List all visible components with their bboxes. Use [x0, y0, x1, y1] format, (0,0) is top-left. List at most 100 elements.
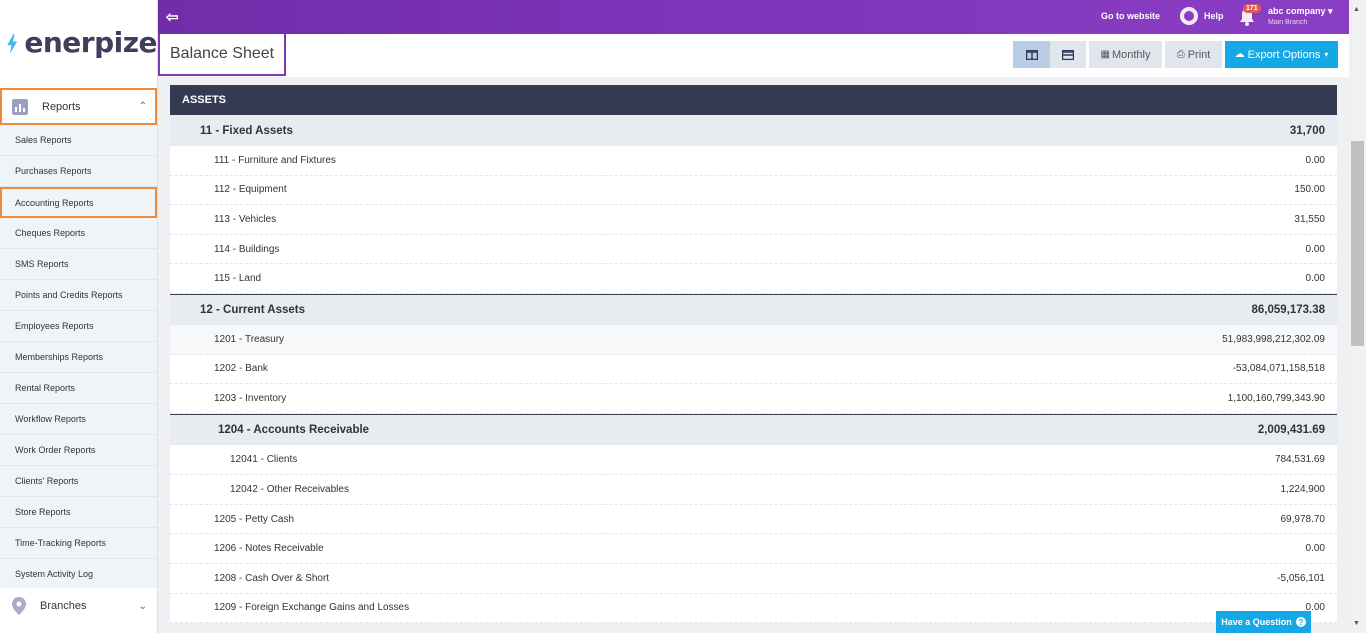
- export-label: Export Options: [1247, 48, 1321, 61]
- company-switcher[interactable]: abc company ▾ Main Branch: [1268, 6, 1333, 26]
- page-scrollbar[interactable]: ▲ ▼: [1349, 0, 1366, 633]
- sidebar-subitem-clients-reports[interactable]: Clients' Reports: [0, 466, 157, 497]
- account-group-row[interactable]: 12 - Current Assets 86,059,173.38: [170, 293, 1337, 325]
- account-group-row[interactable]: 11 - Fixed Assets 31,700: [170, 115, 1337, 146]
- sidebar-item-reports[interactable]: Reports ⌃: [0, 88, 157, 125]
- branch-name: Main Branch: [1268, 19, 1308, 26]
- chevron-down-icon: ⌄: [138, 600, 147, 612]
- account-name: 12041 - Clients: [230, 453, 298, 465]
- layout-rows-button[interactable]: [1050, 41, 1086, 68]
- account-group-row[interactable]: 1204 - Accounts Receivable 2,009,431.69: [170, 413, 1337, 445]
- scroll-down-arrow-icon[interactable]: ▼: [1353, 620, 1360, 627]
- account-balance: 150.00: [1294, 184, 1325, 196]
- account-name: 1208 - Cash Over & Short: [214, 572, 330, 584]
- account-balance: 784,531.69: [1274, 453, 1325, 465]
- account-row[interactable]: 1205 - Petty Cash 69,978.70: [170, 504, 1337, 535]
- account-row[interactable]: 1203 - Inventory 1,100,160,799,343.90: [170, 384, 1337, 414]
- account-balance: 86,059,173.38: [1251, 303, 1325, 316]
- account-name: 115 - Land: [214, 273, 262, 285]
- company-name: abc company: [1268, 6, 1326, 16]
- account-balance: 0.00: [1305, 543, 1325, 555]
- notification-badge: 171: [1243, 4, 1261, 13]
- calendar-icon: ▦: [1100, 49, 1110, 60]
- account-balance: 1,224,900: [1280, 483, 1326, 495]
- account-balance: 0.00: [1305, 273, 1325, 285]
- monthly-label: Monthly: [1111, 48, 1151, 61]
- account-name: 1201 - Treasury: [214, 333, 285, 345]
- balance-sheet-table: ASSETS 11 - Fixed Assets 31,700 111 - Furn…: [170, 85, 1337, 624]
- go-to-website-link[interactable]: Go to website: [1101, 11, 1160, 21]
- account-row[interactable]: 1201 - Treasury 51,983,998,212,302.09: [170, 324, 1337, 355]
- account-row[interactable]: 1206 - Notes Receivable 0.00: [170, 534, 1337, 564]
- account-row[interactable]: 12042 - Other Receivables 1,224,900: [170, 474, 1337, 505]
- export-options-button[interactable]: ☁ Export Options ▾: [1225, 41, 1338, 68]
- account-row[interactable]: 1208 - Cash Over & Short -5,056,101: [170, 563, 1337, 594]
- have-a-question-button[interactable]: Have a Question ?: [1216, 611, 1311, 633]
- account-balance: 0.00: [1305, 154, 1325, 166]
- print-label: Print: [1187, 48, 1211, 61]
- account-row[interactable]: 1202 - Bank -53,084,071,158,518: [170, 354, 1337, 385]
- sidebar-subitem-store-reports[interactable]: Store Reports: [0, 497, 157, 528]
- bar-chart-icon: [12, 98, 28, 115]
- page-title: Balance Sheet: [158, 34, 287, 76]
- top-navbar: ⇦ Go to website Help 171 abc company ▾ M…: [158, 0, 1349, 34]
- account-row[interactable]: 111 - Furniture and Fixtures 0.00: [170, 146, 1337, 176]
- sidebar-subitem-workflow-reports[interactable]: Workflow Reports: [0, 404, 157, 435]
- account-name: 1203 - Inventory: [214, 392, 287, 404]
- account-row[interactable]: 113 - Vehicles 31,550: [170, 205, 1337, 235]
- sidebar-subitem-rental-reports[interactable]: Rental Reports: [0, 373, 157, 404]
- sidebar-item-label: Branches: [40, 600, 87, 612]
- caret-down-icon: ▾: [1328, 6, 1333, 16]
- sidebar-subitem-cheques-reports[interactable]: Cheques Reports: [0, 218, 157, 249]
- account-name: 12 - Current Assets: [200, 303, 306, 316]
- lifebuoy-icon: [1180, 7, 1198, 25]
- account-balance: 51,983,998,212,302.09: [1222, 333, 1325, 345]
- logo[interactable]: enerpize: [0, 0, 157, 88]
- brand-name: enerpize: [24, 25, 157, 59]
- sidebar: enerpize Reports ⌃ Sales Reports Purchase…: [0, 0, 158, 633]
- help-link[interactable]: Help: [1180, 7, 1224, 25]
- cloud-download-icon: ☁: [1234, 49, 1245, 60]
- scrollbar-thumb[interactable]: [1351, 141, 1364, 346]
- reports-submenu: Sales Reports Purchases Reports Accounting…: [0, 125, 157, 590]
- account-row[interactable]: 114 - Buildings 0.00: [170, 234, 1337, 265]
- account-row[interactable]: 112 - Equipment 150.00: [170, 175, 1337, 206]
- account-name: 114 - Buildings: [214, 243, 280, 255]
- question-icon: ?: [1295, 617, 1306, 627]
- sidebar-subitem-memberships-reports[interactable]: Memberships Reports: [0, 342, 157, 373]
- collapse-sidebar-icon[interactable]: ⇦: [166, 8, 179, 26]
- sidebar-subitem-sms-reports[interactable]: SMS Reports: [0, 249, 157, 280]
- sidebar-subitem-sales-reports[interactable]: Sales Reports: [0, 125, 157, 156]
- have-a-question-label: Have a Question: [1221, 617, 1292, 627]
- sidebar-subitem-work-order-reports[interactable]: Work Order Reports: [0, 435, 157, 466]
- account-row[interactable]: 12041 - Clients 784,531.69: [170, 444, 1337, 475]
- sidebar-item-branches[interactable]: Branches ⌄: [0, 588, 157, 624]
- columns-icon: [1025, 49, 1038, 60]
- sidebar-subitem-employees-reports[interactable]: Employees Reports: [0, 311, 157, 342]
- scroll-up-arrow-icon[interactable]: ▲: [1353, 6, 1360, 13]
- page-header: Balance Sheet ▦ Monthly ⎙ Print ☁ Export…: [158, 34, 1349, 77]
- map-pin-icon: [12, 597, 26, 615]
- account-balance: 69,978.70: [1280, 513, 1326, 525]
- layout-columns-button[interactable]: [1013, 41, 1050, 68]
- rows-icon: [1062, 49, 1074, 60]
- account-name: 1202 - Bank: [214, 363, 268, 375]
- print-button[interactable]: ⎙ Print: [1165, 41, 1222, 68]
- sidebar-item-label: Reports: [42, 100, 81, 113]
- sidebar-subitem-purchases-reports[interactable]: Purchases Reports: [0, 156, 157, 187]
- account-balance: 2,009,431.69: [1257, 423, 1325, 436]
- account-row[interactable]: 115 - Land 0.00: [170, 264, 1337, 294]
- print-icon: ⎙: [1176, 49, 1185, 60]
- sidebar-subitem-time-tracking-reports[interactable]: Time-Tracking Reports: [0, 528, 157, 559]
- sidebar-subitem-accounting-reports[interactable]: Accounting Reports: [0, 187, 157, 218]
- monthly-button[interactable]: ▦ Monthly: [1089, 41, 1162, 68]
- account-row[interactable]: 1209 - Foreign Exchange Gains and Losses…: [170, 593, 1337, 624]
- account-name: 12042 - Other Receivables: [230, 483, 349, 495]
- account-name: 113 - Vehicles: [214, 213, 277, 225]
- account-balance: 0.00: [1305, 243, 1325, 255]
- sidebar-subitem-system-activity-log[interactable]: System Activity Log: [0, 559, 157, 590]
- section-header-assets: ASSETS: [170, 85, 1337, 115]
- sidebar-subitem-points-and-credits-reports[interactable]: Points and Credits Reports: [0, 280, 157, 311]
- account-name: 1209 - Foreign Exchange Gains and Losses: [214, 602, 410, 614]
- account-name: 1206 - Notes Receivable: [214, 543, 324, 555]
